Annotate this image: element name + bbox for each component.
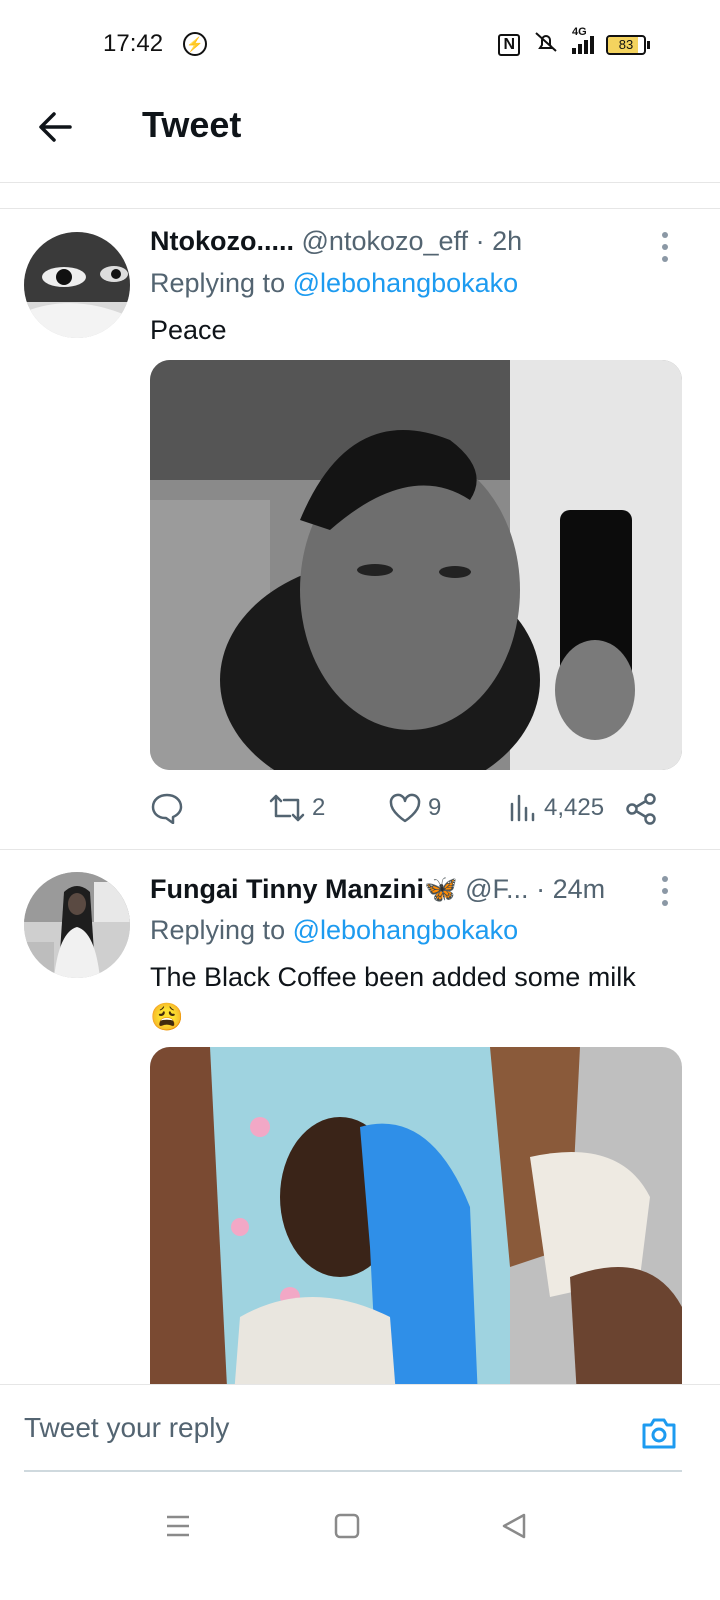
status-bar: 17:42 ⚡ N 4G 83	[0, 0, 720, 90]
more-options-icon[interactable]	[662, 232, 670, 268]
tweet-time: 2h	[492, 226, 523, 256]
author-handle[interactable]: @F...	[465, 874, 528, 904]
divider	[24, 1470, 682, 1472]
tweet-text-body: The Black Coffee been added some milk	[150, 962, 636, 992]
author-name[interactable]: Fungai Tinny Manzini🦋	[150, 874, 458, 904]
author-handle[interactable]: @ntokozo_eff	[302, 226, 469, 256]
like-count: 9	[428, 794, 442, 821]
system-nav-bar	[0, 1490, 720, 1600]
back-button[interactable]	[34, 106, 76, 148]
tweet-time: 24m	[552, 874, 606, 904]
retweet-button[interactable]: 2	[268, 792, 325, 824]
replying-to-label: Replying to	[150, 268, 286, 298]
tweet-text: Peace	[150, 315, 227, 345]
replying-to-handle[interactable]: @lebohangbokako	[293, 268, 519, 298]
page-title: Tweet	[142, 104, 242, 145]
status-icons: N 4G 83	[498, 26, 650, 59]
reply-icon	[151, 793, 183, 824]
battery-percentage: 83	[618, 36, 634, 52]
avatar[interactable]	[24, 232, 130, 338]
mute-icon	[532, 30, 560, 59]
analytics-icon	[510, 794, 535, 822]
network-type: 4G	[572, 25, 587, 38]
replying-to-label: Replying to	[150, 915, 286, 945]
charging-saver-icon: ⚡	[183, 32, 207, 56]
nfc-icon: N	[498, 33, 520, 56]
weary-face-emoji: 😩	[150, 1002, 184, 1032]
replying-to-handle[interactable]: @lebohangbokako	[293, 915, 519, 945]
retweet-icon	[269, 794, 305, 822]
camera-icon	[642, 1418, 676, 1449]
retweet-count: 2	[312, 794, 326, 821]
author-name[interactable]: Ntokozo.....	[150, 226, 294, 256]
share-icon	[626, 793, 656, 825]
heart-icon	[389, 793, 421, 823]
tweet-actions: 2 9 4,425	[150, 792, 670, 828]
status-time: 17:42	[103, 30, 164, 57]
tweet-header: Ntokozo..... @ntokozo_eff · 2h	[150, 226, 522, 257]
tweet-header: Fungai Tinny Manzini🦋 @F... · 24m	[150, 873, 605, 905]
reply-input[interactable]: Tweet your reply	[24, 1412, 229, 1444]
separator-dot: ·	[536, 874, 546, 904]
views-button[interactable]: 4,425	[508, 792, 604, 824]
share-button[interactable]	[624, 792, 658, 826]
battery-icon: 83	[606, 34, 650, 55]
camera-button[interactable]	[640, 1414, 678, 1452]
tweet-text: The Black Coffee been added some milk 😩	[150, 957, 690, 1037]
reply-button[interactable]	[150, 792, 184, 824]
back-nav-icon[interactable]	[500, 1512, 528, 1545]
more-options-icon[interactable]	[662, 876, 670, 912]
menu-icon[interactable]	[164, 1512, 192, 1545]
top-bar	[0, 90, 720, 182]
like-button[interactable]: 9	[388, 792, 441, 824]
divider	[0, 849, 720, 850]
home-icon[interactable]	[333, 1512, 361, 1545]
avatar[interactable]	[24, 872, 130, 978]
arrow-left-icon	[39, 112, 72, 142]
view-count: 4,425	[544, 794, 605, 821]
tweet-image[interactable]	[150, 360, 682, 770]
divider	[0, 182, 720, 183]
separator-dot: ·	[475, 226, 485, 256]
signal-icon: 4G	[572, 26, 594, 54]
replying-to: Replying to @lebohangbokako	[150, 915, 518, 946]
replying-to: Replying to @lebohangbokako	[150, 268, 518, 299]
